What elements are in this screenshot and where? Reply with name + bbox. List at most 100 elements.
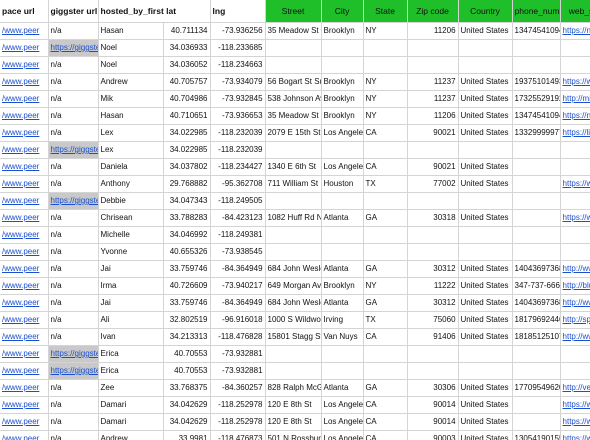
- table-cell[interactable]: -118.233685: [210, 39, 266, 57]
- table-cell[interactable]: /www.peer: [0, 175, 49, 193]
- table-cell[interactable]: 40.704986: [163, 90, 211, 108]
- table-cell[interactable]: [458, 226, 513, 244]
- table-cell[interactable]: /www.peer: [0, 379, 49, 397]
- table-cell[interactable]: Hasan: [98, 22, 164, 40]
- table-cell[interactable]: [512, 141, 561, 159]
- table-cell[interactable]: Atlanta: [321, 260, 364, 278]
- table-cell[interactable]: -118.252978: [210, 413, 266, 431]
- table-cell[interactable]: GA: [363, 379, 408, 397]
- table-cell[interactable]: 56 Bogart St Suit: [265, 73, 322, 91]
- table-cell[interactable]: 11222: [407, 277, 459, 295]
- table-cell[interactable]: [363, 192, 408, 210]
- table-cell[interactable]: 120 E 8th St: [265, 396, 322, 414]
- table-cell[interactable]: [560, 56, 590, 74]
- table-cell[interactable]: Atlanta: [321, 209, 364, 227]
- table-cell[interactable]: 90021: [407, 124, 459, 142]
- table-cell[interactable]: [512, 396, 561, 414]
- table-cell[interactable]: http://www.flas: [560, 328, 590, 346]
- table-cell[interactable]: NY: [363, 90, 408, 108]
- table-cell[interactable]: /www.peer: [0, 192, 49, 210]
- table-cell[interactable]: http://blueberry: [560, 277, 590, 295]
- table-cell[interactable]: Los Angeles: [321, 413, 364, 431]
- table-cell[interactable]: United States: [458, 22, 513, 40]
- table-cell[interactable]: 34.037802: [163, 158, 211, 176]
- table-cell[interactable]: n/a: [48, 175, 99, 193]
- table-cell[interactable]: [560, 141, 590, 159]
- table-cell[interactable]: -118.234427: [210, 158, 266, 176]
- table-cell[interactable]: Damari: [98, 396, 164, 414]
- table-cell[interactable]: n/a: [48, 73, 99, 91]
- table-cell[interactable]: /www.peer: [0, 158, 49, 176]
- table-cell[interactable]: NY: [363, 22, 408, 40]
- table-cell[interactable]: [512, 192, 561, 210]
- table-cell[interactable]: 30306: [407, 379, 459, 397]
- table-cell[interactable]: [321, 362, 364, 380]
- table-cell[interactable]: Los Angeles: [321, 396, 364, 414]
- table-cell[interactable]: 34.046992: [163, 226, 211, 244]
- table-cell[interactable]: United States: [458, 260, 513, 278]
- table-cell[interactable]: 538 Johnson Ave: [265, 90, 322, 108]
- table-cell[interactable]: Jai: [98, 294, 164, 312]
- table-cell[interactable]: 828 Ralph McGill: [265, 379, 322, 397]
- table-cell[interactable]: [321, 39, 364, 57]
- table-cell[interactable]: 90003: [407, 430, 459, 440]
- table-cell[interactable]: n/a: [48, 22, 99, 40]
- table-cell[interactable]: n/a: [48, 277, 99, 295]
- table-cell[interactable]: [560, 192, 590, 210]
- table-cell[interactable]: [560, 345, 590, 363]
- table-cell[interactable]: 40.710651: [163, 107, 211, 125]
- table-cell[interactable]: CA: [363, 413, 408, 431]
- table-cell[interactable]: [363, 141, 408, 159]
- table-cell[interactable]: [407, 141, 459, 159]
- table-cell[interactable]: 13054190155: [512, 430, 561, 440]
- table-cell[interactable]: [321, 192, 364, 210]
- table-cell[interactable]: Lex: [98, 124, 164, 142]
- table-cell[interactable]: /www.peer: [0, 413, 49, 431]
- table-cell[interactable]: [363, 226, 408, 244]
- table-cell[interactable]: [407, 226, 459, 244]
- table-cell[interactable]: [512, 362, 561, 380]
- table-cell[interactable]: 34.213313: [163, 328, 211, 346]
- column-header[interactable]: giggster url: [48, 0, 99, 23]
- table-cell[interactable]: GA: [363, 294, 408, 312]
- table-cell[interactable]: [363, 243, 408, 261]
- table-cell[interactable]: 649 Morgan Ave: [265, 277, 322, 295]
- table-cell[interactable]: -118.234663: [210, 56, 266, 74]
- table-cell[interactable]: -73.938545: [210, 243, 266, 261]
- table-cell[interactable]: https://www.ne: [560, 175, 590, 193]
- table-cell[interactable]: -118.476828: [210, 328, 266, 346]
- table-cell[interactable]: 33.759746: [163, 260, 211, 278]
- table-cell[interactable]: -95.362708: [210, 175, 266, 193]
- table-cell[interactable]: Lex: [98, 141, 164, 159]
- table-cell[interactable]: http://www.unit: [560, 294, 590, 312]
- table-cell[interactable]: 1082 Huff Rd NW: [265, 209, 322, 227]
- table-cell[interactable]: [363, 56, 408, 74]
- table-cell[interactable]: Noel: [98, 39, 164, 57]
- table-cell[interactable]: /www.peer: [0, 430, 49, 440]
- table-cell[interactable]: NY: [363, 277, 408, 295]
- column-header[interactable]: Street: [265, 0, 322, 23]
- table-cell[interactable]: Michelle: [98, 226, 164, 244]
- table-cell[interactable]: 33.788283: [163, 209, 211, 227]
- table-cell[interactable]: [407, 56, 459, 74]
- table-cell[interactable]: GA: [363, 260, 408, 278]
- table-cell[interactable]: n/a: [48, 328, 99, 346]
- table-cell[interactable]: 35 Meadow St: [265, 107, 322, 125]
- column-header[interactable]: phone_numbe: [512, 0, 561, 23]
- table-cell[interactable]: Erica: [98, 362, 164, 380]
- table-cell[interactable]: [407, 39, 459, 57]
- table-cell[interactable]: CA: [363, 158, 408, 176]
- table-cell[interactable]: http://space62.c: [560, 311, 590, 329]
- table-cell[interactable]: /www.peer: [0, 362, 49, 380]
- table-cell[interactable]: https://giggster.c: [48, 362, 99, 380]
- table-cell[interactable]: Erica: [98, 345, 164, 363]
- table-cell[interactable]: n/a: [48, 311, 99, 329]
- table-cell[interactable]: Brooklyn: [321, 22, 364, 40]
- table-cell[interactable]: /www.peer: [0, 311, 49, 329]
- table-cell[interactable]: n/a: [48, 90, 99, 108]
- table-cell[interactable]: 2079 E 15th St #: [265, 124, 322, 142]
- table-cell[interactable]: United States: [458, 294, 513, 312]
- table-cell[interactable]: Atlanta: [321, 379, 364, 397]
- table-cell[interactable]: Ivan: [98, 328, 164, 346]
- table-cell[interactable]: [407, 345, 459, 363]
